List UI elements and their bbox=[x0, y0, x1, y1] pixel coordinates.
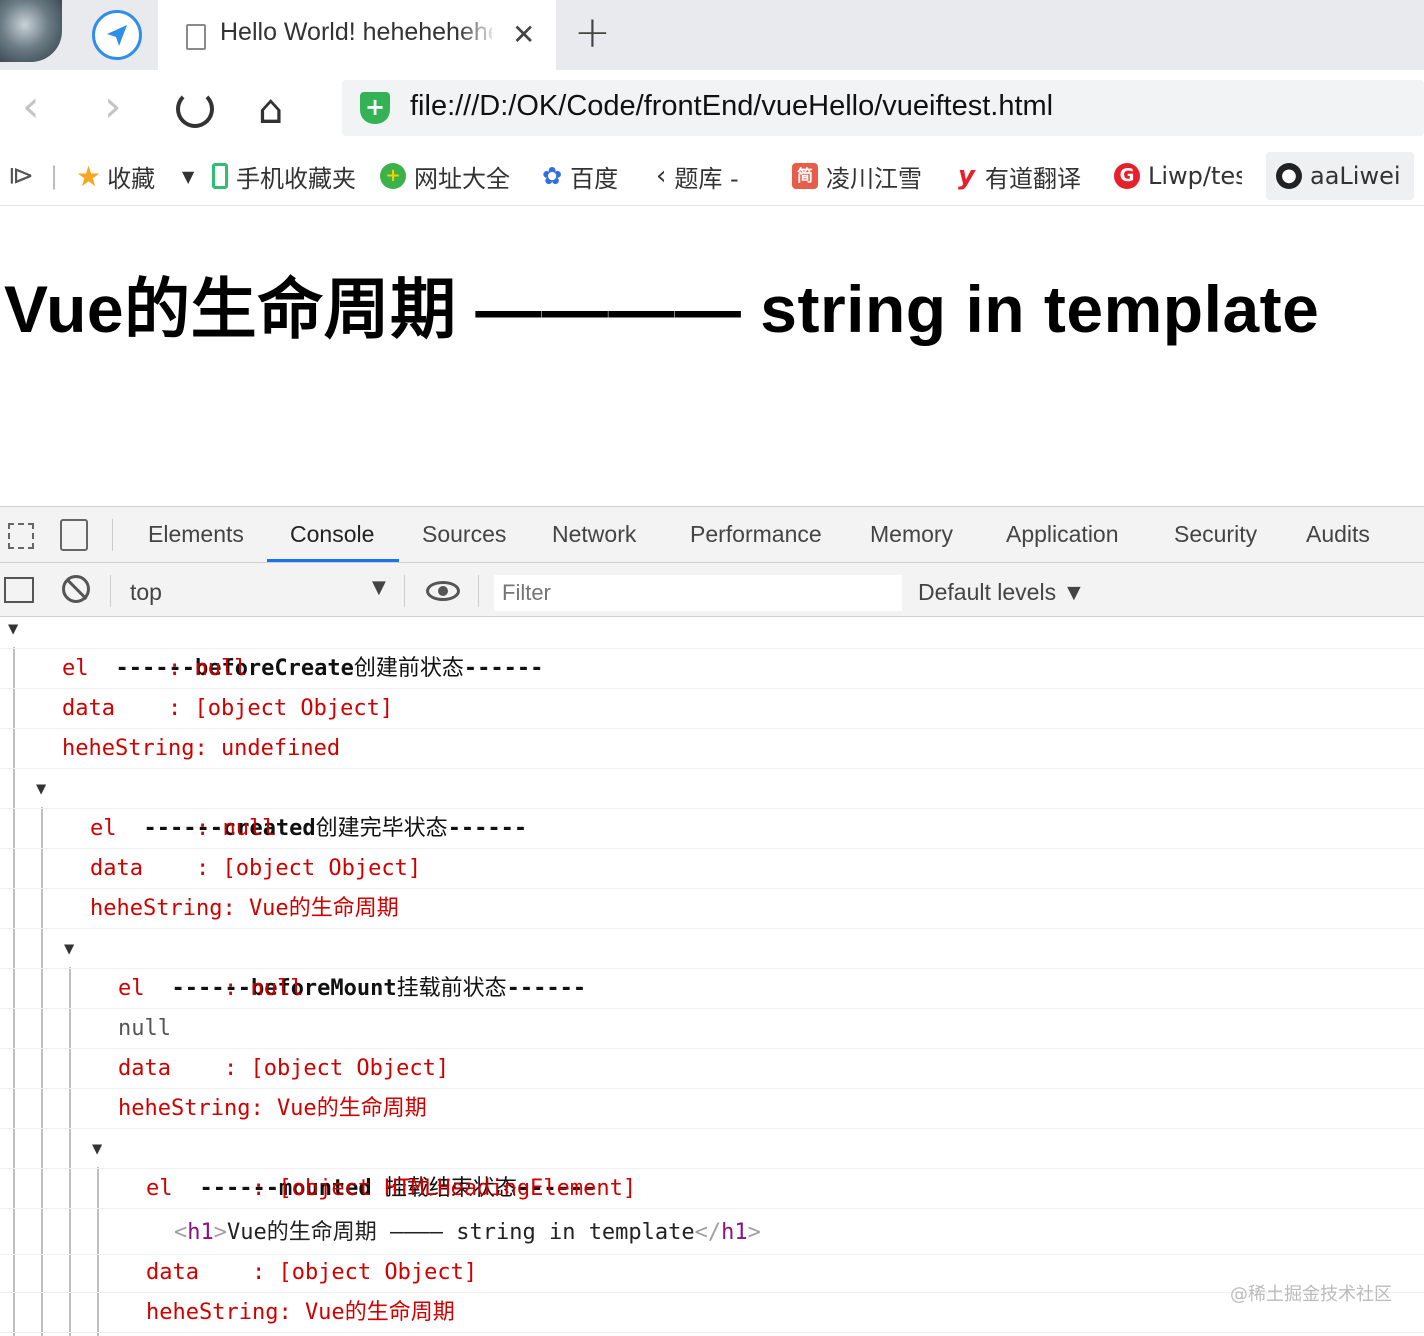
collapse-triangle-icon[interactable]: ▼ bbox=[8, 609, 18, 649]
paw-icon: ✿ bbox=[542, 162, 563, 190]
bookmark-separator: | bbox=[50, 162, 59, 190]
favorites-dropdown-icon[interactable]: ▼ bbox=[182, 158, 194, 194]
chevron-down-icon[interactable]: ▼ bbox=[372, 577, 386, 598]
collapse-triangle-icon[interactable]: ▼ bbox=[92, 1129, 102, 1169]
show-sidebar-icon[interactable] bbox=[4, 577, 34, 603]
back-button[interactable]: ‹ bbox=[22, 84, 40, 130]
console-log-line: data : [object Object] bbox=[0, 849, 1424, 889]
sidebar-toggle-icon[interactable]: ⧐ bbox=[8, 158, 34, 194]
bookmark-liwp[interactable]: G Liwp/tes bbox=[1114, 158, 1242, 194]
console-log-line: el : null bbox=[0, 649, 1424, 689]
navigation-extension-icon[interactable] bbox=[92, 10, 142, 60]
forward-button[interactable]: › bbox=[104, 84, 122, 130]
inspect-element-icon[interactable] bbox=[8, 523, 34, 549]
tab-elements[interactable]: Elements bbox=[148, 521, 244, 548]
console-log-line: heheString: undefined bbox=[0, 729, 1424, 769]
log-levels-dropdown[interactable]: Default levels ▼ bbox=[918, 579, 1085, 606]
bookmark-jianshu[interactable]: 简 凌川江雪 bbox=[792, 158, 922, 194]
jian-icon: 简 bbox=[792, 163, 818, 189]
tab-audits[interactable]: Audits bbox=[1306, 521, 1370, 548]
console-group-mounted[interactable]: ▼ ------mounted 挂载结束状态------ bbox=[0, 1129, 1424, 1201]
console-log-null: null bbox=[0, 1009, 1424, 1049]
bookmark-favorites[interactable]: ★ 收藏 bbox=[76, 158, 155, 194]
filter-input[interactable] bbox=[494, 575, 902, 611]
new-tab-button[interactable]: + bbox=[574, 8, 611, 58]
console-log-line: data : [object Object] bbox=[0, 689, 1424, 729]
active-tab-indicator bbox=[267, 559, 399, 562]
console-log-line: data : [object Object] bbox=[0, 1253, 1424, 1293]
page-heading: Vue的生命周期 ———— string in template bbox=[4, 272, 1320, 346]
watermark: @稀土掘金技术社区 bbox=[1230, 1284, 1392, 1305]
security-shield-icon[interactable]: + bbox=[360, 92, 390, 124]
github-icon: ● bbox=[1276, 163, 1302, 189]
console-output: ▼ ------beforeCreate创建前状态------ el : null… bbox=[0, 617, 1424, 1336]
console-log-line: heheString: Vue的生命周期 bbox=[0, 889, 1424, 929]
bookmark-site-directory[interactable]: + 网址大全 bbox=[380, 158, 510, 194]
bookmarks-bar: ⧐ | ★ 收藏 ▼ 手机收藏夹 + 网址大全 ✿ 百度 ‹ 题库 - 简 凌川… bbox=[0, 146, 1424, 206]
console-dom-node[interactable]: <h1>Vue的生命周期 ———— string in template</h1… bbox=[0, 1211, 1424, 1255]
tab-sources[interactable]: Sources bbox=[422, 521, 506, 548]
tab-strip: Hello World! hehehehehe ✕ + bbox=[0, 0, 1424, 70]
tab-network[interactable]: Network bbox=[552, 521, 636, 548]
book-icon: ‹ bbox=[656, 161, 667, 191]
console-log-line: el : [object HTMLHeadingElement] bbox=[0, 1169, 1424, 1209]
home-icon[interactable]: ⌂ bbox=[258, 88, 283, 132]
collapse-triangle-icon[interactable]: ▼ bbox=[36, 769, 46, 809]
live-expression-eye-icon[interactable] bbox=[426, 581, 460, 601]
profile-avatar[interactable] bbox=[0, 0, 62, 62]
page-icon bbox=[186, 24, 206, 50]
console-log-line: heheString: Vue的生命周期 bbox=[0, 1089, 1424, 1129]
tab-title: Hello World! hehehehehe bbox=[220, 18, 492, 46]
console-log-line: el : null bbox=[0, 969, 1424, 1009]
console-group-created[interactable]: ▼ ------created创建完毕状态------ bbox=[0, 769, 1424, 841]
tab-security[interactable]: Security bbox=[1174, 521, 1257, 548]
reload-icon[interactable] bbox=[176, 90, 214, 128]
navigation-bar: ‹ › ⌂ + file:///D:/OK/Code/frontEnd/vueH… bbox=[0, 70, 1424, 146]
device-toolbar-icon[interactable] bbox=[60, 519, 88, 551]
devtools-panel: Elements Console Sources Network Perform… bbox=[0, 506, 1424, 1336]
address-bar[interactable]: + file:///D:/OK/Code/frontEnd/vueHello/v… bbox=[342, 80, 1424, 136]
console-log-line: data : [object Object] bbox=[0, 1049, 1424, 1089]
collapse-triangle-icon[interactable]: ▼ bbox=[64, 929, 74, 969]
devtools-tab-bar: Elements Console Sources Network Perform… bbox=[0, 507, 1424, 563]
phone-icon bbox=[212, 163, 228, 189]
console-log-line: heheString: Vue的生命周期 bbox=[0, 1293, 1424, 1333]
browser-tab[interactable]: Hello World! hehehehehe ✕ bbox=[158, 0, 556, 70]
clear-console-icon[interactable] bbox=[62, 575, 90, 603]
bookmark-aaliwei[interactable]: ● aaLiwei bbox=[1276, 158, 1400, 194]
bookmark-baidu[interactable]: ✿ 百度 bbox=[542, 158, 618, 194]
bookmark-question-bank[interactable]: ‹ 题库 - bbox=[656, 158, 739, 194]
tab-memory[interactable]: Memory bbox=[870, 521, 953, 548]
star-icon: ★ bbox=[76, 159, 102, 193]
console-group-before-mount[interactable]: ▼ ------beforeMount挂载前状态------ bbox=[0, 929, 1424, 1001]
context-selector[interactable]: top bbox=[130, 579, 162, 606]
youdao-icon: y bbox=[958, 161, 975, 191]
tab-performance[interactable]: Performance bbox=[690, 521, 822, 548]
bookmark-youdao[interactable]: y 有道翻译 bbox=[958, 158, 1081, 194]
url-text[interactable]: file:///D:/OK/Code/frontEnd/vueHello/vue… bbox=[410, 90, 1053, 123]
close-tab-icon[interactable]: ✕ bbox=[512, 18, 535, 51]
bookmark-mobile[interactable]: 手机收藏夹 bbox=[212, 158, 356, 194]
g-icon: G bbox=[1114, 163, 1140, 189]
console-group-before-create[interactable]: ▼ ------beforeCreate创建前状态------ bbox=[0, 609, 1424, 681]
plus-globe-icon: + bbox=[380, 163, 406, 189]
tab-application[interactable]: Application bbox=[1006, 521, 1119, 548]
tab-console[interactable]: Console bbox=[290, 521, 374, 548]
console-log-line: el : null bbox=[0, 809, 1424, 849]
